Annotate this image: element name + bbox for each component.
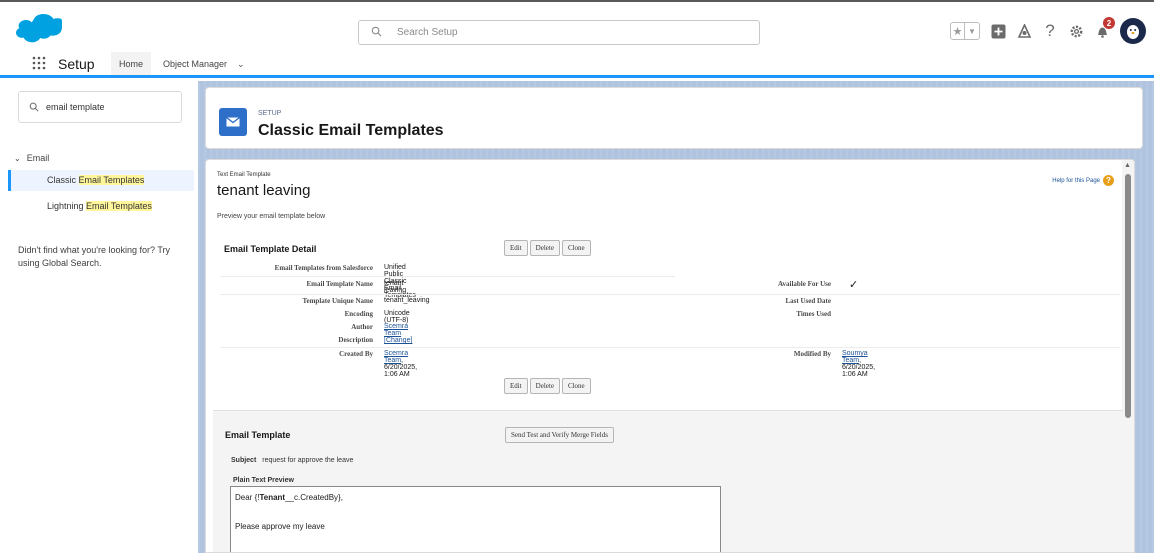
search-icon — [29, 102, 39, 112]
quick-find-value: email template — [46, 102, 105, 112]
record-name: tenant leaving — [217, 182, 311, 199]
row-divider — [220, 294, 1120, 295]
quick-find-input[interactable]: email template — [18, 91, 182, 123]
field-value: tenant leaving — [384, 280, 407, 294]
body-text: Dear {! — [235, 493, 260, 502]
search-match-highlight: Email Templates — [86, 201, 152, 211]
bell-icon[interactable]: 2 — [1094, 17, 1115, 39]
page-eyebrow: SETUP — [258, 110, 282, 117]
field-value: Unicode (UTF-8) — [384, 310, 410, 324]
search-icon — [371, 26, 382, 37]
sidebar-item-classic-email-templates[interactable]: Classic Email Templates — [8, 170, 194, 191]
setup-search[interactable]: Search Setup — [358, 20, 760, 45]
tree-section-email[interactable]: ⌄ Email — [14, 153, 49, 163]
help-icon[interactable]: ? — [1042, 21, 1058, 40]
help-link-label: Help for this Page — [1052, 177, 1100, 184]
field-label: Description — [338, 336, 373, 344]
detail-section-title: Email Template Detail — [224, 244, 317, 254]
subject-line: Subject request for approve the leave — [231, 457, 353, 464]
app-launcher-icon[interactable] — [32, 56, 46, 70]
detail-top-buttons: Edit Delete Clone — [504, 240, 591, 256]
context-bar: Setup Home Object Manager ⌄ — [0, 50, 1154, 78]
field-value: Scemra Team, 6/20/2025, 1:06 AM — [384, 350, 417, 378]
chevron-down-icon[interactable]: ⌄ — [237, 59, 245, 70]
search-match-highlight: Email Templates — [78, 175, 145, 185]
trailhead-icon[interactable] — [1016, 23, 1032, 39]
plain-text-preview-box: Dear {!Tenant__c.CreatedBy}, Please appr… — [230, 486, 721, 552]
app-name: Setup — [58, 56, 95, 72]
notification-badge: 2 — [1103, 17, 1115, 29]
tab-home[interactable]: Home — [111, 52, 152, 78]
field-label: Email Templates from Salesforce — [274, 264, 373, 272]
sidebar-item-label: Lightning — [47, 201, 87, 211]
tab-home-label: Home — [119, 58, 144, 69]
subject-label: Subject — [231, 457, 257, 464]
avatar-icon[interactable] — [1120, 18, 1146, 44]
salesforce-logo[interactable] — [16, 14, 62, 44]
help-icon: ? — [1103, 175, 1114, 186]
send-test-button[interactable]: Send Test and Verify Merge Fields — [505, 427, 614, 443]
tab-object-manager-label: Object Manager — [163, 59, 228, 69]
edit-button[interactable]: Edit — [504, 378, 528, 394]
setup-sidebar: email template ⌄ Email Classic Email Temp… — [0, 81, 198, 553]
edit-button[interactable]: Edit — [504, 240, 528, 256]
subject-value: request for approve the leave — [262, 457, 354, 464]
global-search-hint: Didn't find what you're looking for? Try… — [18, 245, 171, 268]
star-icon[interactable]: ★ — [951, 23, 966, 39]
field-label: Available For Use — [777, 280, 831, 288]
email-icon — [219, 108, 247, 136]
clone-button[interactable]: Clone — [561, 378, 591, 394]
global-header: Search Setup ★ ▼ ? 2 — [0, 0, 1154, 50]
page-header: SETUP Classic Email Templates — [205, 87, 1143, 149]
page-title: Classic Email Templates — [258, 122, 444, 139]
chevron-down-icon[interactable]: ⌄ — [14, 154, 21, 163]
detail-bottom-buttons: Edit Delete Clone — [504, 378, 591, 394]
chevron-down-icon[interactable]: ▼ — [965, 23, 979, 39]
tab-object-manager[interactable]: Object Manager ⌄ — [155, 52, 253, 76]
body-line-2: Please approve my leave — [235, 522, 325, 531]
scrollbar[interactable]: ▲ — [1122, 160, 1134, 552]
field-label: Encoding — [344, 310, 373, 318]
created-by-link[interactable]: Scemra Team — [384, 350, 408, 364]
template-detail-card: ▲ Text Email Template tenant leaving Pre… — [205, 159, 1135, 553]
field-value: tenant_leaving — [384, 297, 430, 304]
field-label: Times Used — [796, 310, 831, 318]
row-divider — [220, 276, 675, 277]
sidebar-item-lightning-email-templates[interactable]: Lightning Email Templates — [8, 196, 194, 217]
field-label: Author — [351, 323, 373, 331]
field-label: Email Template Name — [306, 280, 374, 288]
field-label: Last Used Date — [785, 297, 832, 305]
record-type-label: Text Email Template — [217, 172, 271, 178]
clone-button[interactable]: Clone — [561, 240, 591, 256]
plain-text-preview-label: Plain Text Preview — [233, 477, 294, 484]
tree-section-label: Email — [26, 153, 50, 163]
scrollbar-thumb[interactable] — [1125, 174, 1131, 418]
field-label: Template Unique Name — [302, 297, 373, 305]
gear-icon[interactable] — [1068, 23, 1084, 39]
add-icon[interactable] — [990, 23, 1006, 39]
modified-by-link[interactable]: Soumya Team — [842, 350, 868, 364]
delete-button[interactable]: Delete — [529, 378, 560, 394]
email-template-title: Email Template — [225, 430, 291, 440]
email-template-section: Email Template Send Test and Verify Merg… — [213, 410, 1123, 552]
merge-field-object: Tenant — [259, 493, 286, 502]
field-value: Soumya Team, 6/20/2025, 1:06 AM — [842, 350, 875, 378]
scroll-up-icon[interactable]: ▲ — [1124, 162, 1131, 169]
delete-button[interactable]: Delete — [529, 240, 560, 256]
preview-instruction: Preview your email template below — [217, 213, 326, 220]
field-label: Created By — [339, 350, 373, 358]
search-placeholder: Search Setup — [397, 27, 458, 38]
available-check-icon: ✓ — [849, 279, 859, 291]
field-label: Modified By — [793, 350, 831, 358]
sidebar-item-label: Classic — [47, 175, 79, 185]
author-link[interactable]: Scemra Team [Change] — [384, 323, 412, 344]
body-text: __c.CreatedBy}, — [285, 493, 343, 502]
main-content: SETUP Classic Email Templates ▲ Text Ema… — [198, 81, 1154, 553]
row-divider — [220, 347, 1120, 348]
body-line-1: Dear {!Tenant__c.CreatedBy}, — [235, 493, 343, 502]
favorites-button[interactable]: ★ ▼ — [950, 22, 980, 40]
help-link[interactable]: Help for this Page ? — [1052, 175, 1114, 186]
